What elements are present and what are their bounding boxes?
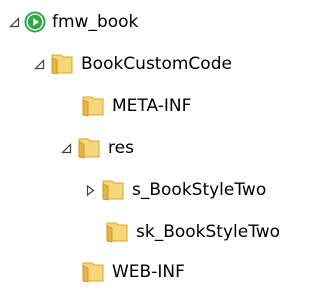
folder-icon: [76, 136, 102, 160]
collapsed-arrow-icon[interactable]: [84, 184, 96, 196]
tree-item-meta-inf[interactable]: META-INF: [0, 90, 191, 122]
folder-icon: [80, 260, 106, 284]
tree-item-book-custom-code[interactable]: BookCustomCode: [0, 48, 232, 80]
tree-item-res[interactable]: res: [0, 132, 134, 164]
tree-item-fmw-book[interactable]: fmw_book: [0, 6, 138, 38]
expanded-arrow-icon[interactable]: [60, 142, 72, 154]
folder-icon: [104, 220, 130, 244]
project-run-icon: [24, 11, 46, 33]
tree-item-label: BookCustomCode: [81, 53, 232, 74]
tree-item-label: fmw_book: [52, 11, 139, 32]
tree-item-sk-bookstyletwo[interactable]: sk_BookStyleTwo: [0, 216, 280, 248]
tree-item-label: s_BookStyleTwo: [132, 179, 267, 200]
tree-item-label: WEB-INF: [112, 261, 185, 282]
tree-item-s-bookstyletwo[interactable]: s_BookStyleTwo: [0, 174, 266, 206]
expanded-arrow-icon[interactable]: [8, 16, 20, 28]
tree-item-label: res: [108, 137, 134, 158]
tree-item-web-inf[interactable]: WEB-INF: [0, 256, 185, 288]
tree-item-label: META-INF: [112, 95, 192, 116]
folder-icon: [80, 94, 106, 118]
folder-icon: [100, 178, 126, 202]
folder-icon: [49, 52, 75, 76]
tree-item-label: sk_BookStyleTwo: [136, 221, 281, 242]
expanded-arrow-icon[interactable]: [33, 58, 45, 70]
